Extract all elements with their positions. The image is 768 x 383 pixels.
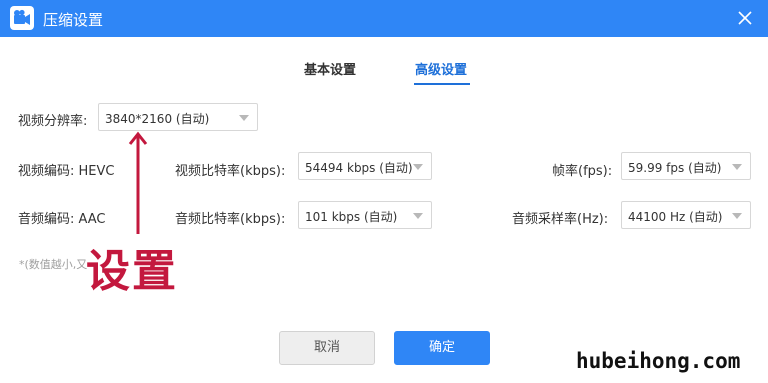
audio-codec-label: 音频编码: AAC	[18, 212, 106, 227]
video-bitrate-value: 54494 kbps (自动)	[305, 161, 413, 175]
fps-value: 59.99 fps (自动)	[628, 161, 722, 175]
samplerate-select[interactable]: 44100 Hz (自动)	[621, 201, 751, 229]
tab-basic-settings[interactable]: 基本设置	[304, 59, 356, 78]
chevron-down-icon	[413, 164, 423, 170]
chevron-down-icon	[239, 115, 249, 121]
tab-bar: 基本设置 高级设置	[0, 37, 768, 89]
resolution-value: 3840*2160 (自动)	[105, 112, 210, 126]
video-codec-label: 视频编码: HEVC	[18, 164, 115, 179]
fps-select[interactable]: 59.99 fps (自动)	[621, 152, 751, 180]
ok-button[interactable]: 确定	[394, 331, 490, 365]
fps-label: 帧率(fps):	[552, 164, 613, 179]
resolution-label: 视频分辨率:	[18, 114, 88, 129]
chevron-down-icon	[413, 213, 423, 219]
samplerate-label: 音频采样率(Hz):	[512, 212, 609, 227]
resolution-select[interactable]: 3840*2160 (自动)	[98, 103, 258, 131]
watermark: hubeihong.com	[576, 349, 741, 373]
close-icon[interactable]	[733, 6, 757, 30]
video-bitrate-select[interactable]: 54494 kbps (自动)	[298, 152, 432, 180]
cancel-button[interactable]: 取消	[279, 331, 375, 365]
chevron-down-icon	[732, 213, 742, 219]
chevron-down-icon	[732, 164, 742, 170]
video-bitrate-label: 视频比特率(kbps):	[175, 164, 286, 179]
window-title: 压缩设置	[43, 11, 104, 29]
tab-advanced-settings[interactable]: 高级设置	[415, 59, 467, 78]
samplerate-value: 44100 Hz (自动)	[628, 210, 723, 224]
active-tab-indicator	[414, 83, 470, 85]
audio-bitrate-value: 101 kbps (自动)	[305, 210, 398, 224]
annotation-text: 设置	[86, 246, 178, 297]
audio-bitrate-label: 音频比特率(kbps):	[175, 212, 286, 227]
audio-bitrate-select[interactable]: 101 kbps (自动)	[298, 201, 432, 229]
annotation-arrow-icon	[128, 131, 148, 234]
hint-note: *(数值越小,又	[19, 258, 88, 271]
title-bar: 压缩设置	[0, 0, 768, 37]
camera-icon	[10, 6, 34, 30]
